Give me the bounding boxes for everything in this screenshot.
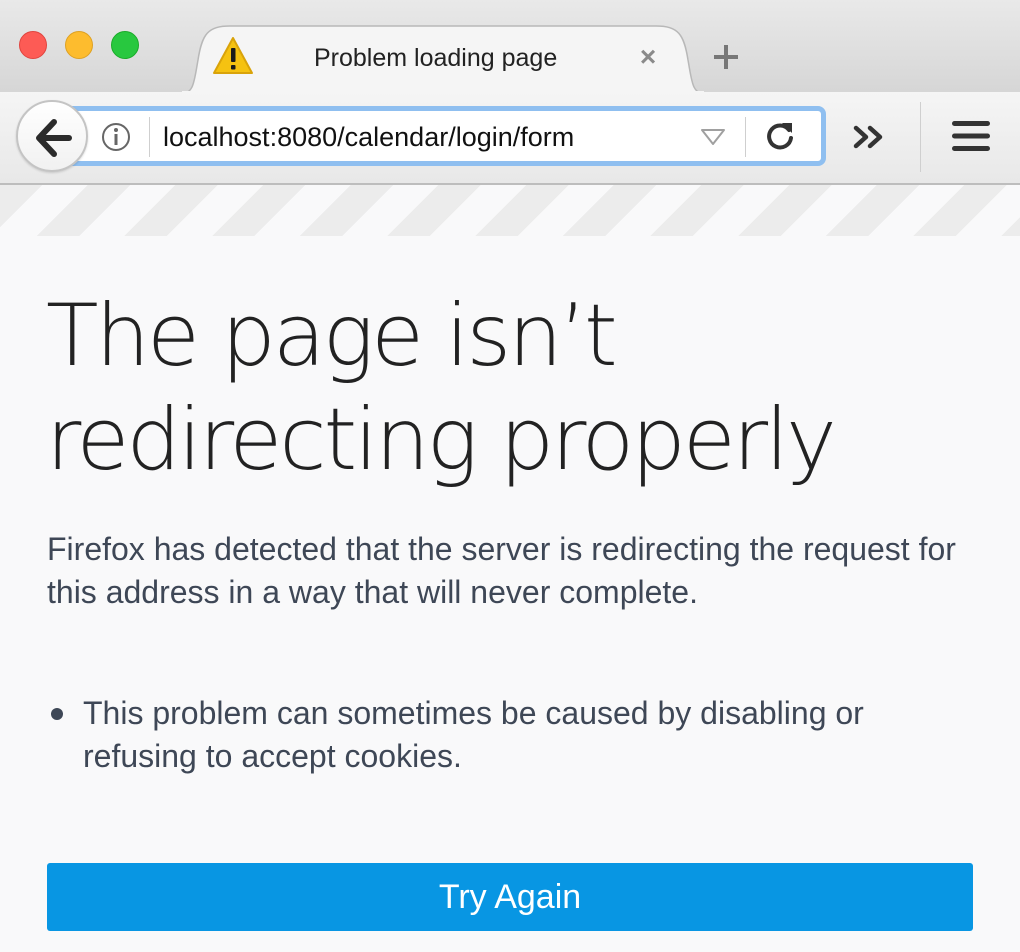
try-again-button[interactable]: Try Again — [47, 863, 973, 931]
back-arrow-icon — [36, 119, 72, 157]
error-title: The page isn’t redirecting properly — [46, 286, 837, 490]
dropdown-triangle-icon[interactable] — [701, 128, 725, 146]
url-input[interactable]: localhost:8080/calendar/login/form — [163, 122, 574, 153]
toolbar-separator — [920, 102, 921, 172]
back-button[interactable] — [16, 100, 88, 172]
window-close-button[interactable] — [19, 31, 47, 59]
url-separator — [745, 117, 746, 157]
reload-icon[interactable] — [763, 119, 797, 153]
bullet-icon — [51, 708, 63, 720]
navigation-toolbar: localhost:8080/calendar/login/form — [0, 92, 1020, 185]
window-maximize-button[interactable] — [111, 31, 139, 59]
tab-strip: Problem loading page × — [0, 0, 1020, 94]
window-minimize-button[interactable] — [65, 31, 93, 59]
chevron-double-right-icon[interactable] — [852, 122, 888, 152]
url-separator — [149, 117, 150, 157]
warning-icon — [213, 37, 253, 74]
tab-problem-loading-page[interactable]: Problem loading page × — [180, 24, 706, 94]
list-item: This problem can sometimes be caused by … — [47, 692, 977, 778]
plus-icon[interactable] — [707, 38, 745, 76]
error-page: The page isn’t redirecting properly Fire… — [0, 236, 1020, 952]
browser-window: Problem loading page × localhost:8080/ca… — [0, 0, 1020, 952]
url-bar[interactable]: localhost:8080/calendar/login/form — [64, 106, 826, 166]
error-suggestions: This problem can sometimes be caused by … — [47, 692, 977, 778]
tab-close-icon[interactable]: × — [635, 43, 661, 71]
tab-title: Problem loading page — [314, 44, 558, 72]
info-icon[interactable] — [101, 122, 131, 152]
error-description: Firefox has detected that the server is … — [47, 531, 956, 610]
hamburger-menu-icon[interactable] — [950, 118, 992, 154]
error-page-stripes — [0, 185, 1020, 236]
list-item-text: This problem can sometimes be caused by … — [83, 695, 864, 774]
